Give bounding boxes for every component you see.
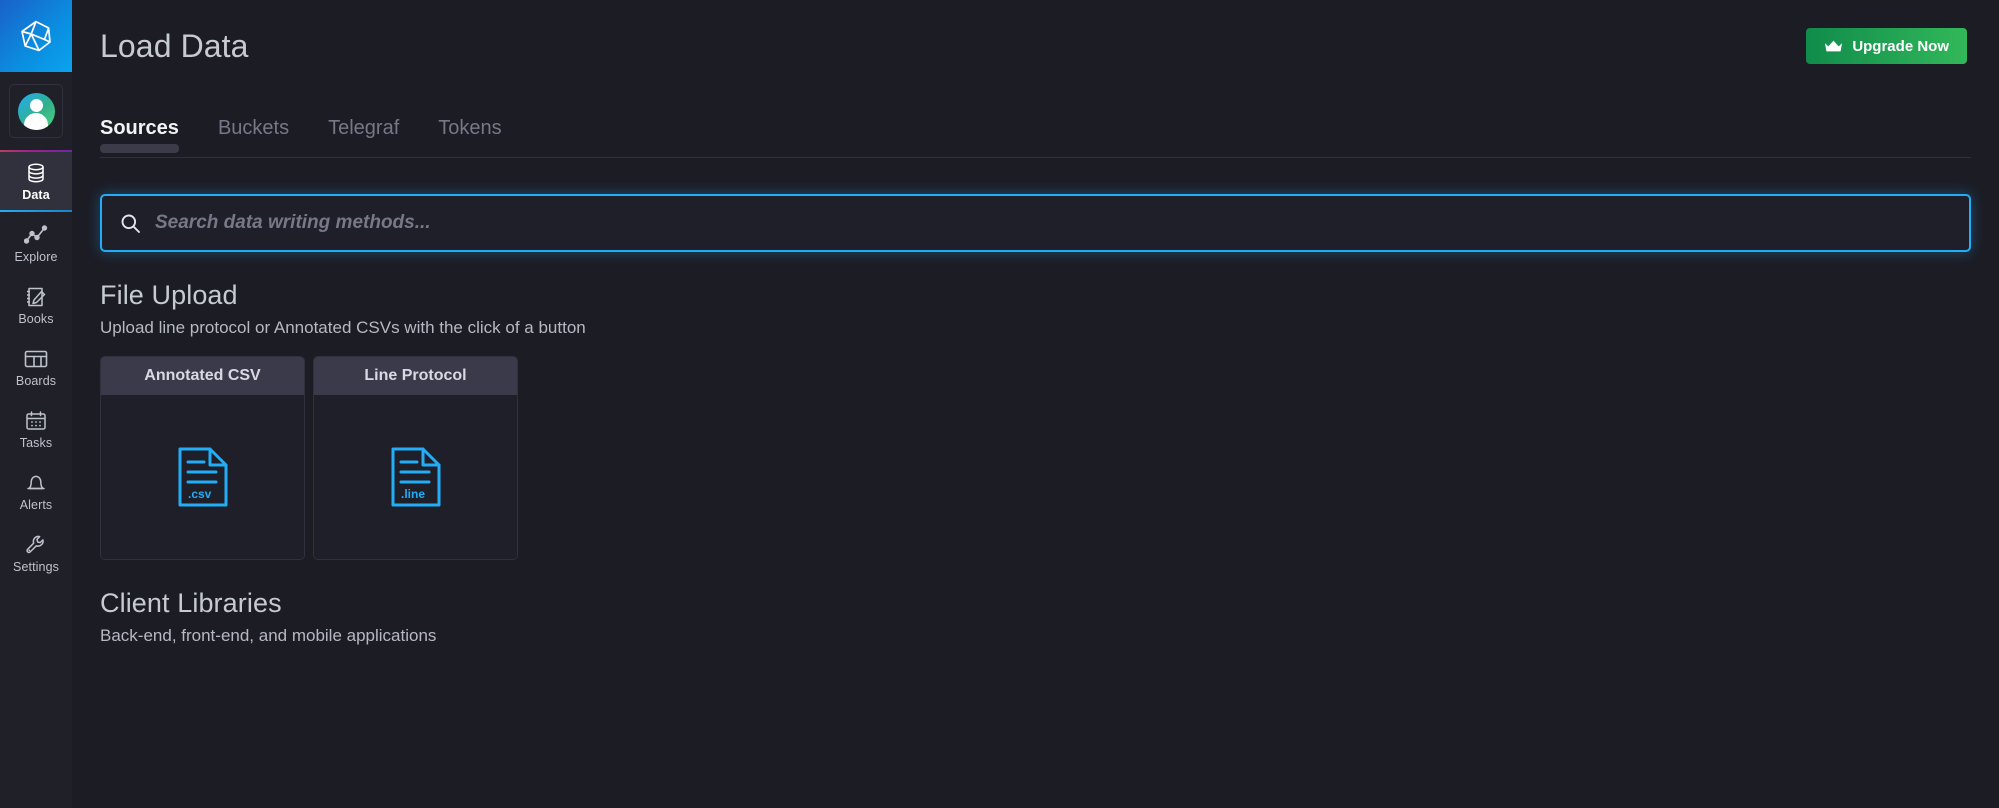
sidebar-item-tasks[interactable]: Tasks [0, 398, 72, 460]
file-upload-cards: Annotated CSV .csv Line Protocol .line [100, 356, 1971, 560]
bell-icon [25, 471, 47, 495]
crown-icon [1824, 39, 1843, 53]
sidebar-item-label: Alerts [19, 497, 53, 512]
upgrade-now-button[interactable]: Upgrade Now [1806, 28, 1967, 64]
client-libraries-subtitle: Back-end, front-end, and mobile applicat… [100, 626, 437, 645]
load-data-page: Data Explore Books Boards Tasks Alerts S… [0, 0, 1999, 808]
user-avatar-container[interactable] [0, 72, 72, 150]
file-csv-icon: .csv [101, 395, 304, 559]
file-line-icon: .line [314, 395, 517, 559]
sidebar-item-settings[interactable]: Settings [0, 522, 72, 584]
tab-tokens[interactable]: Tokens [438, 118, 522, 138]
calendar-icon [25, 409, 47, 433]
sidebar-item-books[interactable]: Books [0, 274, 72, 336]
search-box[interactable] [100, 194, 1971, 252]
search-icon [120, 213, 141, 234]
sidebar-item-label: Settings [13, 559, 59, 574]
tab-telegraf[interactable]: Telegraf [328, 118, 420, 138]
tab-bar-divider [100, 157, 1971, 158]
client-libraries-section: Client Libraries Back-end, front-end, an… [100, 588, 1971, 646]
upload-card-line-protocol[interactable]: Line Protocol .line [313, 356, 518, 560]
sidebar-item-boards[interactable]: Boards [0, 336, 72, 398]
file-upload-title: File Upload [100, 280, 238, 310]
sidebar-item-label: Boards [15, 373, 57, 388]
wrench-icon [25, 533, 47, 557]
file-upload-section: File Upload Upload line protocol or Anno… [100, 280, 1971, 560]
dashboard-grid-icon [24, 347, 48, 371]
page-title: Load Data [100, 27, 249, 64]
page-header: Load Data Upgrade Now [72, 0, 1999, 92]
main-content: Load Data Upgrade Now Sources Buckets Te… [72, 0, 1999, 808]
database-icon [25, 161, 47, 185]
sidebar-item-label: Books [18, 311, 54, 326]
upgrade-now-label: Upgrade Now [1852, 37, 1949, 55]
influxdb-logo-icon[interactable] [0, 0, 72, 72]
sidebar-item-data[interactable]: Data [0, 150, 72, 212]
tab-sources[interactable]: Sources [100, 118, 200, 138]
user-avatar-icon [17, 92, 55, 130]
tab-bar: Sources Buckets Telegraf Tokens [72, 92, 1999, 158]
sidebar-item-explore[interactable]: Explore [0, 212, 72, 274]
search-container [100, 194, 1971, 252]
tab-buckets[interactable]: Buckets [218, 118, 310, 138]
file-upload-subtitle: Upload line protocol or Annotated CSVs w… [100, 318, 586, 337]
sidebar-item-label: Data [22, 187, 50, 202]
file-ext-label: .csv [188, 487, 212, 501]
sidebar-nav-list: Data Explore Books Boards Tasks Alerts S… [0, 150, 72, 584]
graph-line-icon [24, 223, 48, 247]
search-input[interactable] [155, 212, 1951, 234]
upload-card-title: Annotated CSV [101, 357, 304, 395]
avatar[interactable] [9, 84, 63, 138]
primary-sidebar: Data Explore Books Boards Tasks Alerts S… [0, 0, 72, 808]
file-ext-label: .line [401, 487, 425, 501]
sidebar-item-alerts[interactable]: Alerts [0, 460, 72, 522]
client-libraries-title: Client Libraries [100, 588, 282, 618]
sidebar-item-label: Tasks [19, 435, 53, 450]
active-tab-indicator [100, 144, 179, 153]
upload-card-title: Line Protocol [314, 357, 517, 395]
upload-card-annotated-csv[interactable]: Annotated CSV .csv [100, 356, 305, 560]
notebook-pencil-icon [25, 285, 47, 309]
sidebar-item-label: Explore [14, 249, 58, 264]
